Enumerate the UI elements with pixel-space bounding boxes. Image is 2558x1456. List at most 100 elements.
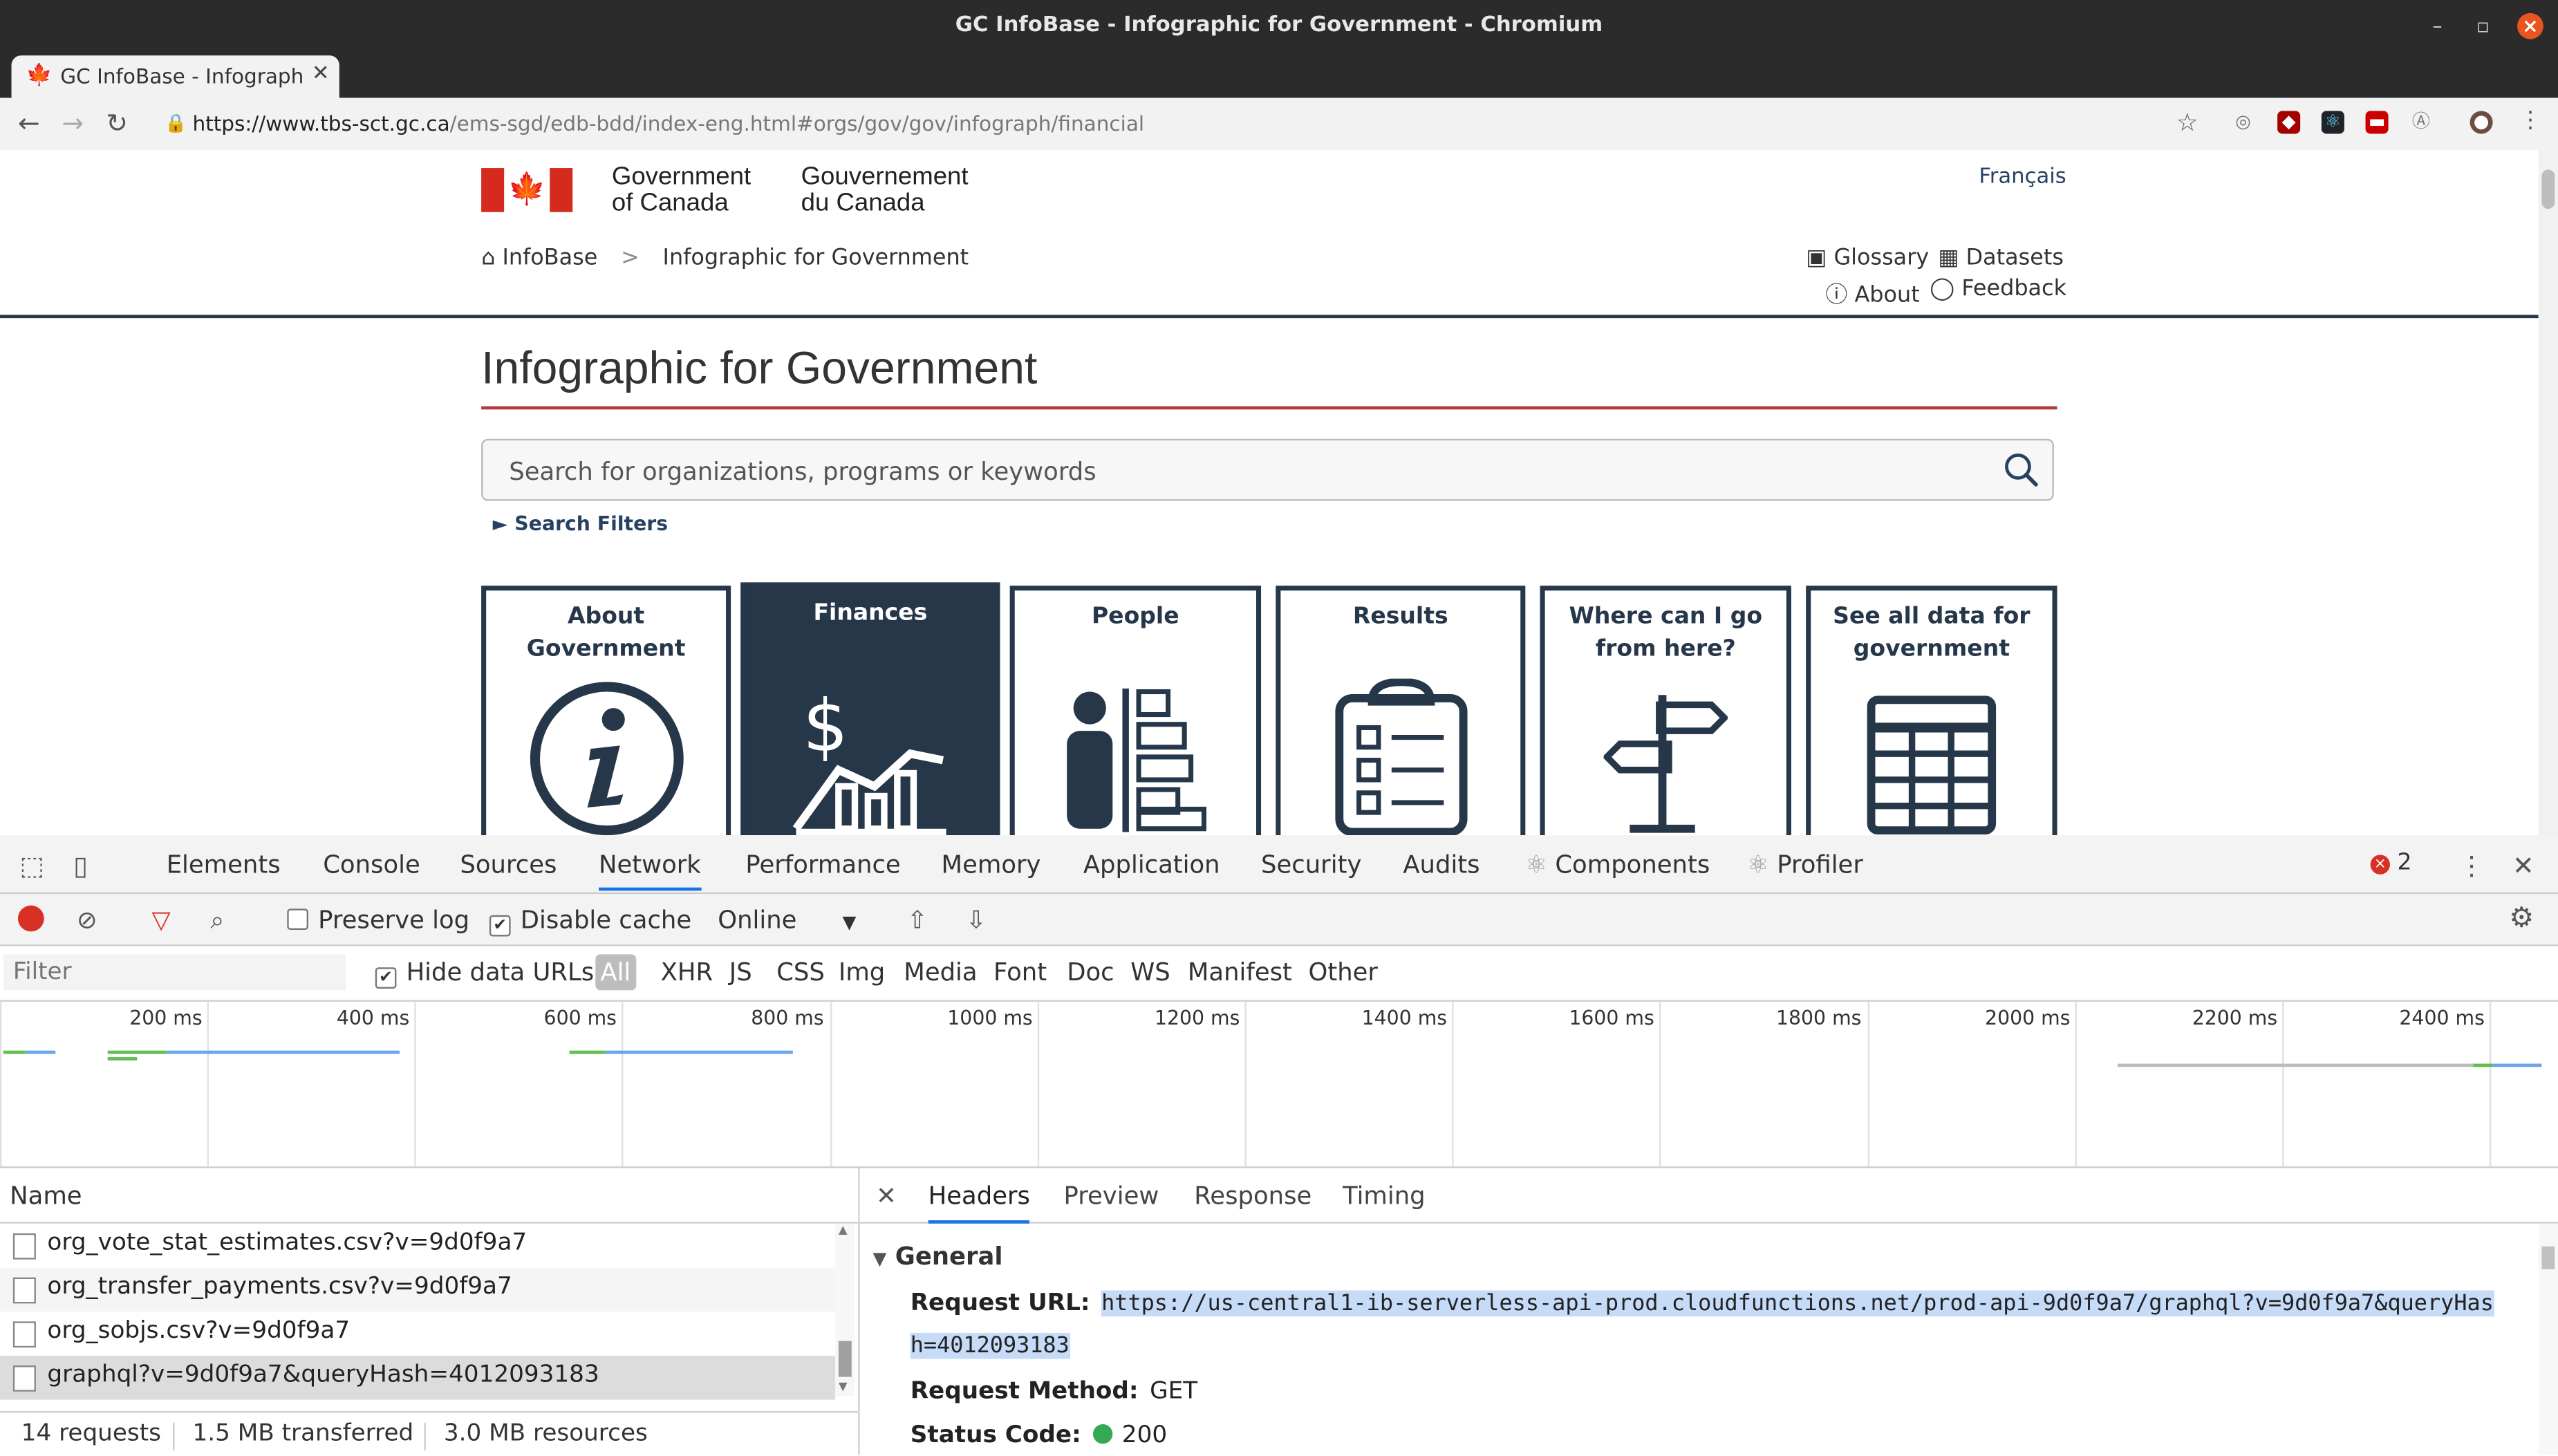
tab-console[interactable]: Console xyxy=(323,850,420,879)
forward-button[interactable]: → xyxy=(62,108,84,139)
request-row[interactable]: org_transfer_payments.csv?v=9d0f9a7 xyxy=(0,1267,836,1312)
request-row[interactable]: org_vote_stat_estimates.csv?v=9d0f9a7 xyxy=(0,1224,835,1268)
request-list-scrollbar-thumb[interactable] xyxy=(838,1341,852,1377)
timeline-tick: 2000 ms xyxy=(1985,1006,2071,1029)
tab-application[interactable]: Application xyxy=(1083,850,1220,879)
tab-components[interactable]: ⚛ Components xyxy=(1525,850,1710,879)
about-link[interactable]: ⓘ About xyxy=(1826,276,1920,308)
card-where-to-go[interactable]: Where can I go from here? xyxy=(1540,586,1791,836)
info-circle-icon: ⓘ xyxy=(1825,282,1848,308)
disable-cache-checkbox[interactable]: ✔ Disable cache xyxy=(489,906,691,937)
react-icon: ⚛ xyxy=(1525,850,1548,879)
extension-icon[interactable]: ▬ xyxy=(2365,111,2389,134)
filter-manifest[interactable]: Manifest xyxy=(1188,958,1292,987)
browser-tab[interactable]: 🍁 GC InfoBase - Infographic ✕ xyxy=(11,55,339,98)
filter-img[interactable]: Img xyxy=(839,958,885,987)
feedback-link[interactable]: ◯ Feedback xyxy=(1930,276,2067,302)
search-icon[interactable] xyxy=(2004,452,2039,488)
svg-text:$: $ xyxy=(802,685,848,767)
react-devtools-icon[interactable]: ⚛ xyxy=(2321,111,2344,134)
hide-data-urls-checkbox[interactable]: ✔ Hide data URLs xyxy=(375,958,594,989)
general-section-toggle[interactable]: ▼ General xyxy=(872,1242,1002,1271)
error-counter[interactable]: × 2 xyxy=(2370,850,2412,876)
page-scrollbar[interactable] xyxy=(2538,150,2558,836)
close-detail-icon[interactable]: ✕ xyxy=(876,1181,897,1210)
search-filters-toggle[interactable]: ► Search Filters xyxy=(493,512,668,535)
card-finances[interactable]: Finances $ xyxy=(740,582,1000,836)
glossary-link[interactable]: ▣ Glossary xyxy=(1806,245,1929,271)
throttling-select[interactable]: Online ▼ xyxy=(718,906,856,935)
tab-profiler[interactable]: ⚛ Profiler xyxy=(1747,850,1863,879)
request-row-selected[interactable]: graphql?v=9d0f9a7&queryHash=4012093183 xyxy=(0,1355,836,1400)
request-list-scrollbar[interactable]: ▲ ▼ xyxy=(835,1223,855,1397)
tab-performance[interactable]: Performance xyxy=(745,850,900,879)
request-url-value-continued[interactable]: h=4012093183 xyxy=(910,1332,1070,1359)
tab-close-icon[interactable]: ✕ xyxy=(312,62,330,86)
datasets-link[interactable]: ▦ Datasets xyxy=(1938,245,2064,271)
name-column-header[interactable]: Name xyxy=(0,1168,859,1224)
tab-timing[interactable]: Timing xyxy=(1343,1181,1426,1210)
preserve-log-checkbox[interactable]: Preserve log xyxy=(287,906,469,935)
breadcrumb-home-link[interactable]: InfoBase xyxy=(502,245,597,271)
filter-input[interactable] xyxy=(3,954,346,991)
import-har-icon[interactable]: ⇧ xyxy=(907,906,928,935)
filter-css[interactable]: CSS xyxy=(776,958,825,987)
ublock-icon[interactable]: ◆ xyxy=(2277,111,2301,134)
device-toolbar-icon[interactable]: ▯ xyxy=(73,850,88,881)
filter-font[interactable]: Font xyxy=(993,958,1047,987)
detail-scrollbar-thumb[interactable] xyxy=(2541,1246,2555,1269)
inspect-element-icon[interactable]: ⬚ xyxy=(19,850,44,881)
tab-sources[interactable]: Sources xyxy=(460,850,557,879)
page-scrollbar-thumb[interactable] xyxy=(2541,169,2555,209)
card-about-government[interactable]: About Government xyxy=(481,586,731,836)
tab-memory[interactable]: Memory xyxy=(942,850,1041,879)
back-button[interactable]: ← xyxy=(18,108,40,139)
filter-xhr[interactable]: XHR xyxy=(661,958,713,987)
filter-other[interactable]: Other xyxy=(1308,958,1378,987)
lock-icon: 🔒 xyxy=(165,112,187,134)
tab-security[interactable]: Security xyxy=(1261,850,1361,879)
search-icon[interactable]: ⌕ xyxy=(210,906,224,935)
close-window-button[interactable]: × xyxy=(2517,12,2543,39)
tab-headers[interactable]: Headers xyxy=(928,1181,1031,1224)
bookmark-star-icon[interactable]: ☆ xyxy=(2176,108,2198,137)
record-button[interactable] xyxy=(17,905,44,938)
tab-response[interactable]: Response xyxy=(1194,1181,1311,1210)
export-har-icon[interactable]: ⇩ xyxy=(966,906,987,935)
canada-flag-logo: 🍁 xyxy=(481,168,573,212)
clear-icon[interactable]: ⊘ xyxy=(77,906,97,935)
home-icon: ⌂ xyxy=(481,244,496,271)
search-input[interactable] xyxy=(505,455,1981,488)
address-bar[interactable]: https://www.tbs-sct.gc.ca/ems-sgd/edb-bd… xyxy=(192,111,1144,135)
tab-elements[interactable]: Elements xyxy=(167,850,281,879)
request-url-value[interactable]: https://us-central1-ib-serverless-api-pr… xyxy=(1101,1290,2494,1317)
settings-gear-icon[interactable]: ⚙ xyxy=(2509,902,2534,935)
maximize-button[interactable]: ▫ xyxy=(2470,13,2496,39)
profile-avatar[interactable]: ● xyxy=(2470,111,2493,134)
language-toggle-link[interactable]: Français xyxy=(1979,165,2066,189)
extension-icon[interactable]: Ⓐ xyxy=(2409,111,2432,133)
request-row[interactable]: org_sobjs.csv?v=9d0f9a7 xyxy=(0,1312,835,1356)
tab-preview[interactable]: Preview xyxy=(1064,1181,1159,1210)
minimize-button[interactable]: – xyxy=(2425,13,2451,39)
filter-ws[interactable]: WS xyxy=(1130,958,1170,987)
filter-js[interactable]: JS xyxy=(729,958,752,987)
network-overview-timeline[interactable]: 200 ms 400 ms 600 ms 800 ms 1000 ms 1200… xyxy=(0,1001,2558,1168)
browser-menu-icon[interactable]: ⋮ xyxy=(2519,108,2541,134)
info-icon xyxy=(529,682,683,836)
extension-icon[interactable]: ◎ xyxy=(2232,111,2254,133)
tab-audits[interactable]: Audits xyxy=(1403,850,1479,879)
filter-all[interactable]: All xyxy=(595,954,636,991)
detail-scrollbar[interactable] xyxy=(2538,1223,2558,1455)
filter-icon[interactable]: ▽ xyxy=(151,906,170,935)
card-see-all-data[interactable]: See all data for government xyxy=(1806,586,2057,836)
tab-network[interactable]: Network xyxy=(599,850,701,891)
filter-doc[interactable]: Doc xyxy=(1067,958,1114,987)
reload-button[interactable]: ↻ xyxy=(106,108,128,139)
card-results[interactable]: Results xyxy=(1276,586,1526,836)
request-url-row-wrap: h=4012093183 xyxy=(910,1332,1070,1359)
filter-media[interactable]: Media xyxy=(904,958,977,987)
close-devtools-icon[interactable]: ✕ xyxy=(2512,850,2534,881)
devtools-menu-icon[interactable]: ⋮ xyxy=(2458,850,2485,881)
card-people[interactable]: People xyxy=(1009,586,1262,836)
